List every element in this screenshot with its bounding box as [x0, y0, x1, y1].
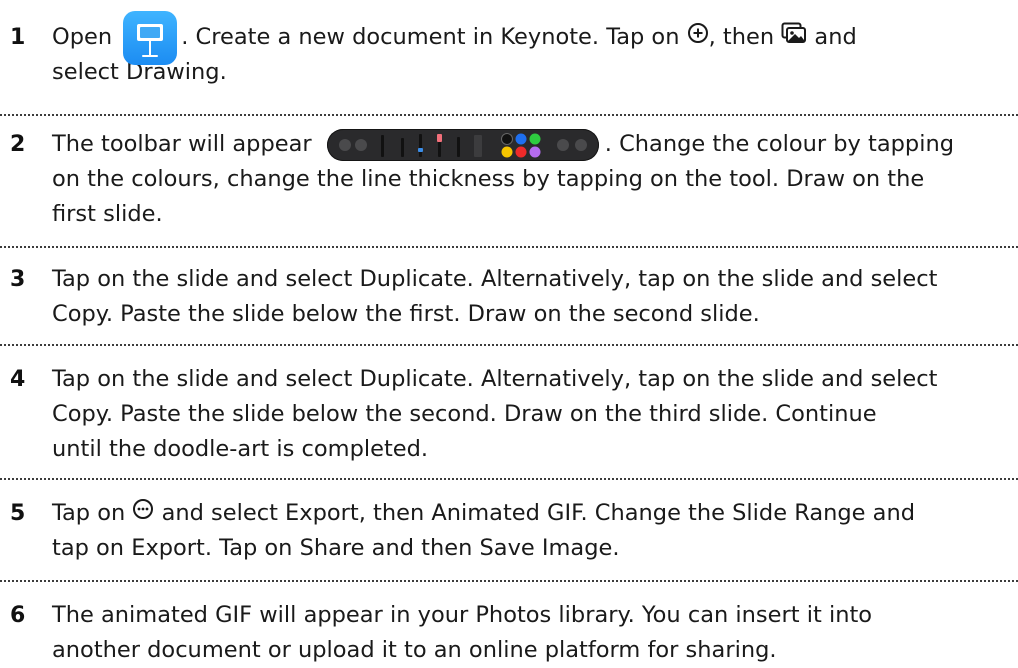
step-3: 3 Tap on the slide and select Duplicate.… [0, 262, 1018, 334]
step-1: 1 Open . Create a new document in Keynot… [0, 10, 1018, 100]
step-text: The toolbar will appear . Change the col… [52, 127, 1018, 232]
step-divider [0, 114, 1018, 116]
step-5: 5 Tap on and select Export, then Animate… [0, 496, 1018, 568]
step-text: The animated GIF will appear in your Pho… [52, 598, 1018, 668]
step-line: select Drawing. [52, 59, 227, 85]
plus-circle-icon [687, 20, 709, 55]
step-line: on the colours, change the line thicknes… [52, 166, 925, 192]
step-text: Open . Create a new document in Keynote.… [52, 10, 1018, 90]
step-number: 1 [10, 25, 26, 50]
keynote-app-icon [123, 10, 178, 65]
step-number: 6 [10, 603, 26, 628]
step-line: Open . Create a new document in Keynote.… [52, 10, 1018, 65]
step-line: another document or upload it to an onli… [52, 637, 777, 663]
step-text: Tap on the slide and select Duplicate. A… [52, 262, 1018, 332]
step-divider [0, 246, 1018, 248]
step-divider [0, 478, 1018, 480]
step-divider [0, 580, 1018, 582]
more-circle-icon [132, 496, 154, 531]
step-line: Copy. Paste the slide below the second. … [52, 401, 877, 427]
step-line: Tap on the slide and select Duplicate. A… [52, 366, 938, 392]
step-number: 4 [10, 367, 26, 392]
step-line: tap on Export. Tap on Share and then Sav… [52, 535, 620, 561]
drawing-toolbar-icon [326, 128, 599, 161]
step-line: Tap on and select Export, then Animated … [52, 496, 1018, 531]
step-text: Tap on the slide and select Duplicate. A… [52, 362, 1018, 467]
step-line: first slide. [52, 201, 163, 227]
step-line: The animated GIF will appear in your Pho… [52, 602, 873, 628]
step-line: Copy. Paste the slide below the first. D… [52, 301, 760, 327]
step-number: 5 [10, 501, 26, 526]
step-divider [0, 344, 1018, 346]
step-line: The toolbar will appear . Change the col… [52, 127, 1018, 162]
step-number: 2 [10, 132, 26, 157]
instruction-steps: 1 Open . Create a new document in Keynot… [0, 0, 1018, 664]
media-icon [781, 20, 807, 55]
step-4: 4 Tap on the slide and select Duplicate.… [0, 362, 1018, 468]
step-2: 2 The toolbar will appear . Change the c… [0, 127, 1018, 237]
step-6: 6 The animated GIF will appear in your P… [0, 598, 1018, 664]
step-line: until the doodle-art is completed. [52, 436, 429, 462]
step-text: Tap on and select Export, then Animated … [52, 496, 1018, 566]
step-number: 3 [10, 267, 26, 292]
step-line: Tap on the slide and select Duplicate. A… [52, 266, 938, 292]
